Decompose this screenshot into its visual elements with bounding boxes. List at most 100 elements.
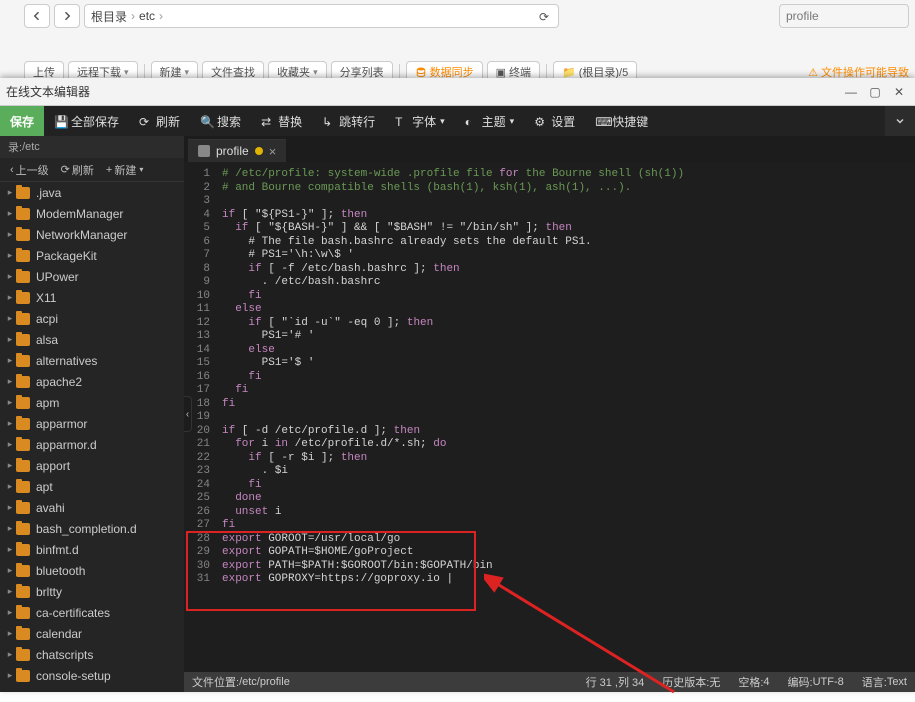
breadcrumb-etc[interactable]: etc [139, 9, 155, 23]
folder-icon [16, 460, 30, 472]
refresh-button[interactable]: ⟳刷新 [129, 106, 190, 136]
status-encoding[interactable]: 编码: UTF-8 [788, 674, 844, 690]
nav-forward-button[interactable] [54, 4, 80, 28]
editor-menubar: 保存 💾全部保存 ⟳刷新 🔍搜索 ⇄替换 ↳跳转行 T字体▾ ◐主题▾ ⚙设置 … [0, 106, 915, 136]
path-refresh-button[interactable]: ⟳ [534, 7, 554, 27]
tree-folder-item[interactable]: ▸binfmt.d [0, 539, 184, 560]
tree-folder-item[interactable]: ▸bluetooth [0, 560, 184, 581]
path-breadcrumb-bar[interactable]: 根目录 › etc › ⟳ [84, 4, 559, 28]
tree-folder-item[interactable]: ▸X11 [0, 287, 184, 308]
status-indent[interactable]: 空格: 4 [738, 674, 769, 690]
goto-line-button[interactable]: ↳跳转行 [312, 106, 385, 136]
folder-label: NetworkManager [36, 228, 127, 242]
tree-folder-item[interactable]: ▸alsa [0, 329, 184, 350]
status-language[interactable]: 语言: Text [862, 674, 907, 690]
tree-folder-item[interactable]: ▸NetworkManager [0, 224, 184, 245]
tree-folder-item[interactable]: ▸.java [0, 182, 184, 203]
refresh-icon: ⟳ [61, 163, 70, 176]
folder-label: acpi [36, 312, 58, 326]
tree-folder-item[interactable]: ▸apache2 [0, 371, 184, 392]
folder-icon [16, 418, 30, 430]
breadcrumb-root[interactable]: 根目录 [91, 8, 127, 25]
folder-icon [16, 208, 30, 220]
theme-menu[interactable]: ◐ 主题 ▾ [455, 106, 525, 136]
nav-back-button[interactable] [24, 4, 50, 28]
tree-folder-item[interactable]: ▸console-setup [0, 665, 184, 686]
folder-label: calendar [36, 627, 82, 641]
refresh-tree-button[interactable]: ⟳刷新 [55, 162, 100, 178]
tree-folder-item[interactable]: ▸calendar [0, 623, 184, 644]
shortcuts-label: 快捷键 [612, 113, 648, 130]
maximize-button[interactable]: ▢ [865, 82, 885, 102]
caret-down-icon: ▾ [313, 67, 318, 78]
folder-icon: 📁 [562, 66, 576, 79]
folder-icon [16, 271, 30, 283]
new-file-button[interactable]: +新建▾ [100, 162, 149, 178]
search-label: 搜索 [217, 113, 241, 130]
folder-label: bluetooth [36, 564, 85, 578]
folder-label: console-setup [36, 669, 111, 683]
tree-folder-item[interactable]: ▸UPower [0, 266, 184, 287]
folder-label: X11 [36, 291, 56, 305]
replace-icon: ⇄ [261, 115, 274, 128]
folder-icon [16, 229, 30, 241]
tree-folder-item[interactable]: ▸alternatives [0, 350, 184, 371]
file-tree[interactable]: ▸.java▸ModemManager▸NetworkManager▸Packa… [0, 182, 184, 692]
search-input[interactable]: profile [779, 4, 909, 28]
tree-folder-item[interactable]: ▸ModemManager [0, 203, 184, 224]
text-editor-window: 在线文本编辑器 — ▢ ✕ 保存 💾全部保存 ⟳刷新 🔍搜索 ⇄替换 ↳跳转行 … [0, 78, 915, 692]
caret-down-icon: ▾ [510, 116, 515, 127]
warning-icon: ⚠ [808, 66, 818, 79]
menu-more-button[interactable] [885, 106, 915, 136]
tab-profile[interactable]: profile × [188, 139, 286, 162]
tab-close-button[interactable]: × [269, 144, 277, 159]
tree-folder-item[interactable]: ▸apparmor.d [0, 434, 184, 455]
code-editor[interactable]: 1234567891011121314151617181920212223242… [184, 162, 915, 672]
tree-folder-item[interactable]: ▸ca-certificates [0, 602, 184, 623]
tree-folder-item[interactable]: ▸brltty [0, 581, 184, 602]
theme-label: 主题 [482, 113, 506, 130]
status-history[interactable]: 历史版本: 无 [662, 674, 720, 690]
tree-folder-item[interactable]: ▸apport [0, 455, 184, 476]
tree-folder-item[interactable]: ▸chatscripts [0, 644, 184, 665]
tree-folder-item[interactable]: ▸PackageKit [0, 245, 184, 266]
status-cursor[interactable]: 行 31 ,列 34 [586, 674, 645, 690]
tree-folder-item[interactable]: ▸apparmor [0, 413, 184, 434]
goto-icon: ↳ [322, 115, 335, 128]
chevron-right-icon: ▸ [4, 355, 16, 366]
sidebar-toolbar: ‹上一级 ⟳刷新 +新建▾ [0, 158, 184, 182]
search-button[interactable]: 🔍 搜索 [190, 106, 251, 136]
up-level-button[interactable]: ‹上一级 [4, 162, 55, 178]
chevron-right-icon: ▸ [4, 523, 16, 534]
code-content[interactable]: # /etc/profile: system-wide .profile fil… [216, 162, 915, 672]
minimize-button[interactable]: — [841, 82, 861, 102]
tree-folder-item[interactable]: ▸acpi [0, 308, 184, 329]
tree-folder-item[interactable]: ▸avahi [0, 497, 184, 518]
sidebar-collapse-handle[interactable]: ‹ [184, 396, 192, 432]
folder-icon [16, 544, 30, 556]
save-all-button[interactable]: 💾全部保存 [44, 106, 129, 136]
folder-icon [16, 334, 30, 346]
close-button[interactable]: ✕ [889, 82, 909, 102]
chevron-right-icon: ▸ [4, 607, 16, 618]
editor-statusbar: 文件位置: /etc/profile 行 31 ,列 34 历史版本: 无 空格… [184, 672, 915, 692]
font-menu[interactable]: T字体▾ [385, 106, 455, 136]
tree-folder-item[interactable]: ▸apt [0, 476, 184, 497]
replace-button[interactable]: ⇄ 替换 [251, 106, 312, 136]
shortcuts-button[interactable]: ⌨快捷键 [585, 106, 658, 136]
refresh-label: 刷新 [156, 113, 180, 130]
file-tree-sidebar: 录: /etc ‹上一级 ⟳刷新 +新建▾ ▸.java▸ModemManage… [0, 136, 184, 692]
chevron-right-icon: ▸ [4, 502, 16, 513]
chevron-right-icon: ▸ [4, 544, 16, 555]
folder-icon [16, 586, 30, 598]
replace-label: 替换 [278, 113, 302, 130]
folder-label: apache2 [36, 375, 82, 389]
theme-icon: ◐ [465, 115, 478, 128]
tree-folder-item[interactable]: ▸apm [0, 392, 184, 413]
search-icon: 🔍 [200, 115, 213, 128]
editor-titlebar[interactable]: 在线文本编辑器 — ▢ ✕ [0, 78, 915, 106]
save-button[interactable]: 保存 [0, 106, 44, 136]
tree-folder-item[interactable]: ▸bash_completion.d [0, 518, 184, 539]
tab-label: profile [216, 144, 249, 158]
settings-button[interactable]: ⚙设置 [524, 106, 585, 136]
